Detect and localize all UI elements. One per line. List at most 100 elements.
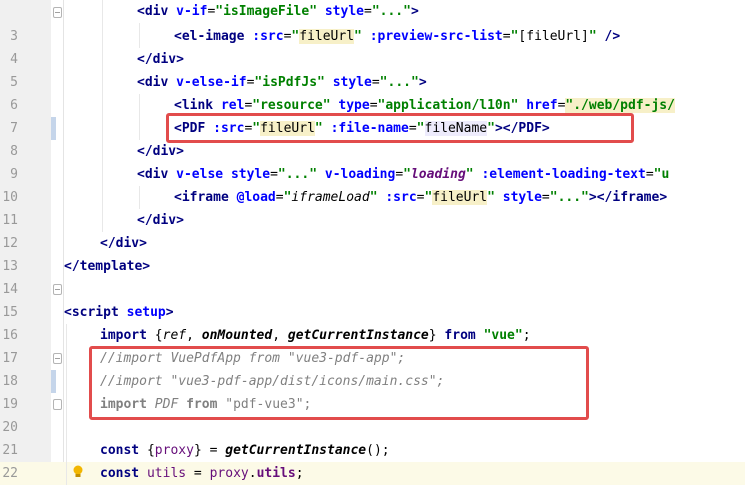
code-line[interactable]: 16 import {ref, onMounted, getCurrentIns… [0,324,745,347]
code-line[interactable]: 5 <div v-else-if="isPdfJs" style="..."> [0,71,745,94]
code-line[interactable]: 3 <el-image :src="fileUrl" :preview-src-… [0,25,745,48]
code-text: <el-image :src="fileUrl" :preview-src-li… [174,25,620,48]
fold-collapse-icon[interactable] [53,284,62,295]
token: = [364,4,372,19]
fold-collapse-icon[interactable] [53,7,62,18]
token: " [369,190,378,205]
token: const [100,443,147,458]
token: "application/l10n" [377,98,519,113]
code-line[interactable]: 12 </div> [0,232,745,255]
highlight-box-pdf-component [166,113,634,143]
token: = [369,98,378,113]
vcs-change-marker[interactable] [51,370,56,393]
lightbulb-icon[interactable] [72,465,84,483]
code-line[interactable]: <div v-if="isImageFile" style="..."> [0,0,745,23]
code-line[interactable]: 10 <iframe @load="iframeLoad" :src="file… [0,186,745,209]
indent-guide [139,94,140,140]
token: ></iframe> [588,190,668,205]
code-line[interactable]: 4 </div> [0,48,745,71]
token: } [428,328,445,343]
token: </div> [100,236,147,251]
token: " [354,29,362,44]
token: <script [64,305,127,320]
token: > [165,305,174,320]
token: proxy [154,443,194,458]
token: <el-image [174,29,253,44]
token: = [270,167,278,182]
code-line[interactable]: 9 <div v-else style="..." v-loading="loa… [0,163,745,186]
token: :src [385,190,417,205]
token: (); [366,443,390,458]
token: "..." [277,167,318,182]
token: :src [252,29,284,44]
token: v-else [176,167,231,182]
token: " [487,190,495,205]
code-text: <div v-else-if="isPdfJs" style="..."> [137,71,427,94]
token: loading [410,167,466,182]
fold-end-icon[interactable] [53,399,62,410]
code-line[interactable]: 14 [0,278,745,301]
token: } = [193,443,226,458]
indent-guide [139,186,140,209]
code-line-current[interactable]: 22 const utils = proxy.utils; [0,462,745,485]
code-line[interactable]: 8 </div> [0,140,745,163]
line-number: 10 [2,190,18,205]
line-number: 8 [10,144,18,159]
token: import [100,328,155,343]
token: "..." [371,4,411,19]
line-number: 13 [2,259,18,274]
code-text: </template> [64,255,150,278]
token: onMounted [201,328,273,343]
token: </div> [137,144,184,159]
line-number: 19 [2,397,18,412]
token: v-if [176,4,208,19]
token: = [186,466,210,481]
code-line[interactable]: 15 <script setup> [0,301,745,324]
token: "..." [549,190,589,205]
token: <div [137,4,177,19]
indent-guide [66,324,67,485]
token: " [403,167,411,182]
indent-guide [139,23,140,48]
token: = [371,75,380,90]
token: </template> [64,259,151,274]
code-text: const utils = proxy.utils; [100,462,304,485]
code-line[interactable]: 13 </template> [0,255,745,278]
token: ; [522,328,531,343]
line-number: 21 [2,443,18,458]
code-line[interactable]: 11 </div> [0,209,745,232]
token: rel [220,98,245,113]
token: iframeLoad [291,190,370,205]
token: :element-loading-text [481,167,646,182]
code-text: <iframe @load="iframeLoad" :src="fileUrl… [174,186,667,209]
code-line[interactable]: 21 const {proxy} = getCurrentInstance(); [0,439,745,462]
token: style [324,4,364,19]
token: = [416,190,425,205]
token: = [645,167,654,182]
token: <div [137,167,177,182]
token: const [100,466,147,481]
token: v-loading [324,167,396,182]
token: <div [137,75,177,90]
vcs-change-marker[interactable] [51,117,56,140]
token: setup [126,305,166,320]
token: "./web/pdf-js/ [565,98,675,113]
token: utils [146,466,187,481]
token: { [146,443,155,458]
line-number: 18 [2,374,18,389]
token: href [526,98,558,113]
token: = [275,190,284,205]
token: @load [236,190,276,205]
line-number: 7 [10,121,18,136]
line-number: 5 [10,75,18,90]
token: ref [162,328,187,343]
fold-collapse-icon[interactable] [53,353,62,364]
token: [fileUrl] [518,29,589,44]
token: = [502,29,511,44]
token: "resource" [252,98,331,113]
token: " [588,29,597,44]
token: type [338,98,370,113]
token: style [502,190,542,205]
line-number: 14 [2,282,18,297]
